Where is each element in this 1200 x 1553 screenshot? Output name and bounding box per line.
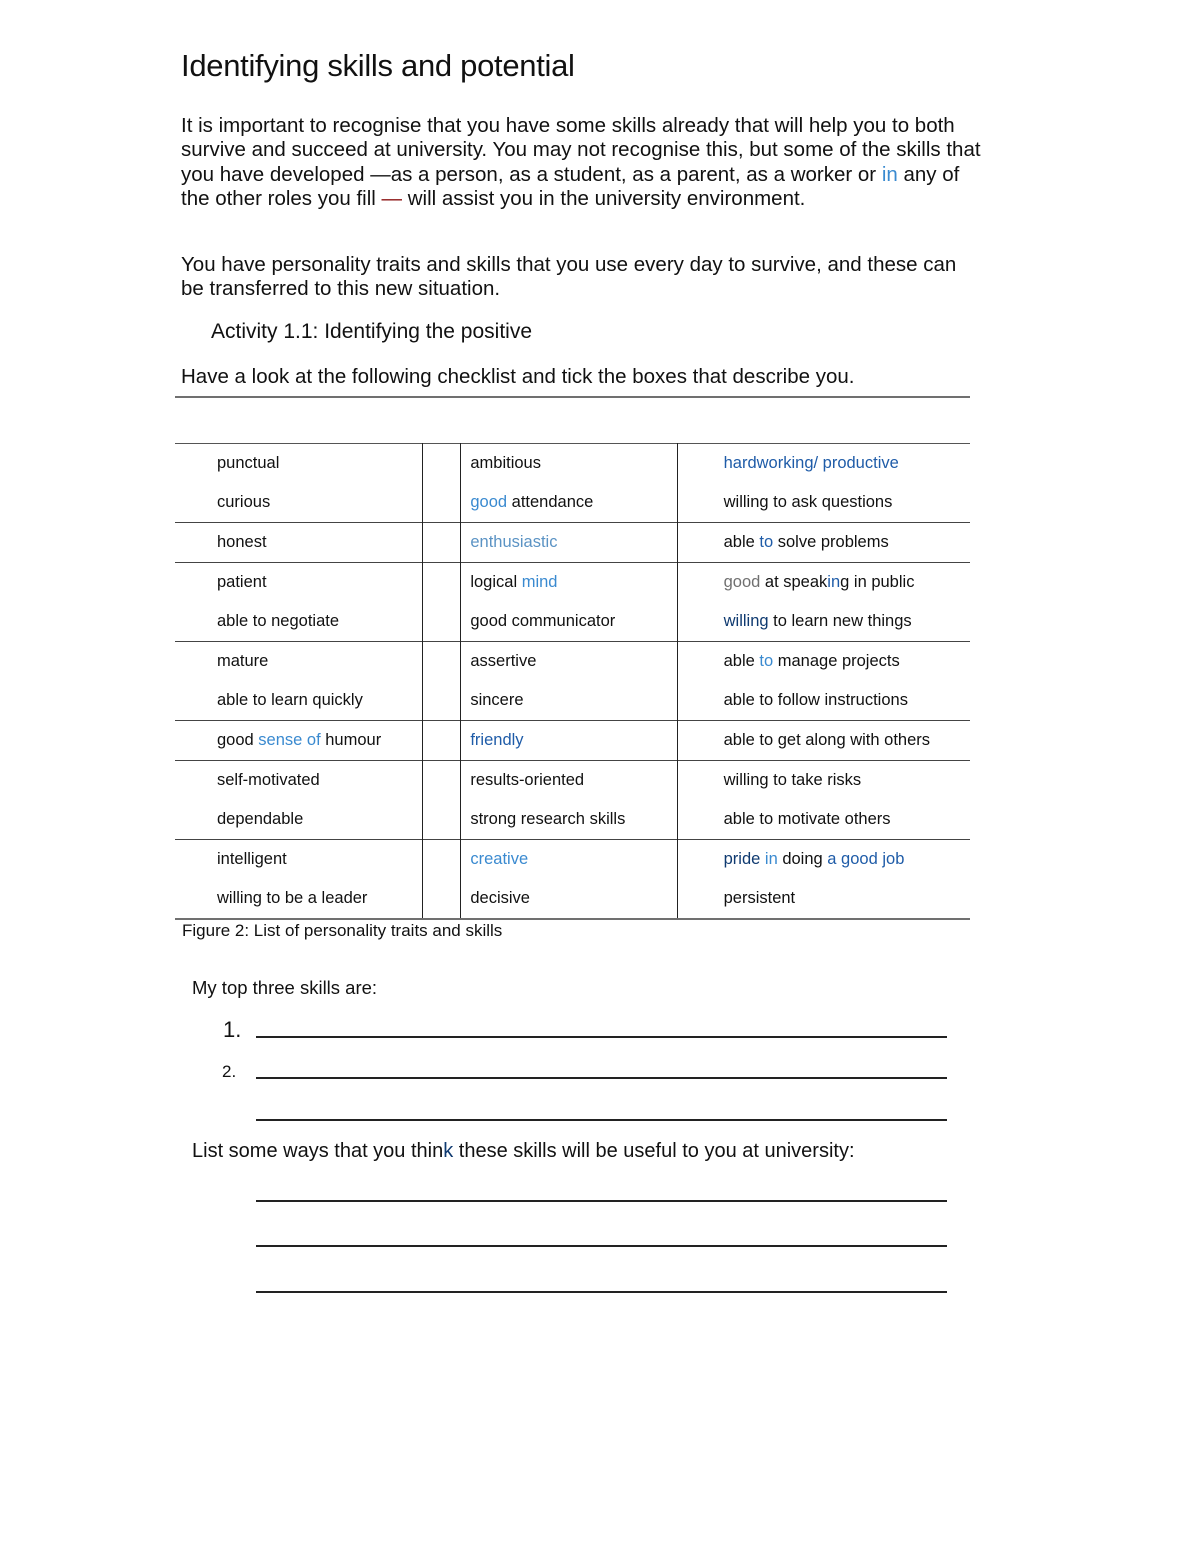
skill-item: able to learn quickly bbox=[217, 691, 363, 709]
skill-item: able to manage projects bbox=[723, 652, 900, 670]
skills-column-2: creative decisive bbox=[460, 839, 678, 919]
skills-column-2: ambitious good attendance bbox=[460, 443, 678, 523]
item-number-1: 1. bbox=[223, 1017, 242, 1042]
skill-item: assertive bbox=[470, 652, 537, 670]
skill-item: self-motivated bbox=[217, 771, 320, 789]
skill-item: dependable bbox=[217, 810, 304, 828]
skills-column-1: honest bbox=[175, 523, 423, 563]
skills-column-1: self-motivated dependable bbox=[175, 761, 423, 840]
skill-item: persistent bbox=[723, 889, 796, 907]
skill-item: results-oriented bbox=[470, 771, 585, 789]
skills-column-2: assertive sincere bbox=[460, 641, 678, 721]
skill-item: punctual bbox=[217, 454, 280, 472]
ways-answer-line-3[interactable] bbox=[256, 1291, 947, 1293]
skill-item: able to motivate others bbox=[723, 810, 891, 828]
skill-item: strong research skills bbox=[470, 810, 626, 828]
tick-box-column[interactable] bbox=[422, 641, 461, 721]
skill-item: enthusiastic bbox=[470, 533, 558, 551]
second-paragraph: You have personality traits and skills t… bbox=[181, 253, 957, 301]
table-row: patient able to negotiate logical mind good… bbox=[175, 562, 970, 642]
skill-item: hardworking/ productive bbox=[723, 454, 899, 472]
skills-column-3: willing to take risks able to motivate ot… bbox=[676, 760, 970, 840]
top-three-label: My top three skills are: bbox=[192, 977, 378, 998]
skill-item: ambitious bbox=[470, 454, 541, 472]
page-title: Identifying skills and potential bbox=[181, 48, 575, 83]
ways-answer-line-1[interactable] bbox=[256, 1200, 947, 1202]
tick-box-column[interactable] bbox=[422, 760, 461, 840]
skills-column-3: able to manage projects able to follow in… bbox=[676, 641, 970, 721]
table-row: honest enthusiastic able to solve problems bbox=[175, 522, 970, 563]
tick-box-column[interactable] bbox=[422, 562, 461, 642]
table-row: punctual curious ambitious good attendance h… bbox=[175, 443, 970, 523]
table-row: intelligent willing to be a leader creativ… bbox=[175, 839, 970, 920]
tick-box-column[interactable] bbox=[422, 720, 461, 761]
tick-box-column[interactable] bbox=[422, 443, 461, 523]
tick-box-column[interactable] bbox=[422, 839, 461, 919]
skill-item: able to negotiate bbox=[217, 612, 340, 630]
skills-column-1: intelligent willing to be a leader bbox=[175, 840, 423, 920]
skill-item: good sense of humour bbox=[217, 731, 382, 749]
skills-column-2: results-oriented strong research skills bbox=[460, 760, 678, 840]
section-divider bbox=[175, 396, 970, 398]
skills-column-1: patient able to negotiate bbox=[175, 563, 423, 642]
skills-column-1: good sense of humour bbox=[175, 721, 423, 761]
skill-item: creative bbox=[470, 850, 529, 868]
intro-paragraph: It is important to recognise that you ha… bbox=[181, 114, 981, 212]
table-row: mature able to learn quickly assertive sinc… bbox=[175, 641, 970, 721]
skills-column-3: pride in doing a good job persistent bbox=[676, 839, 970, 919]
skill-item: able to solve problems bbox=[723, 533, 889, 551]
table-row: good sense of humour friendly able to get … bbox=[175, 720, 970, 761]
skill-item: willing to ask questions bbox=[723, 493, 893, 511]
skill-item: decisive bbox=[470, 889, 530, 907]
skill-item: willing to be a leader bbox=[217, 889, 368, 907]
intro-text-1: It is important to recognise that you ha… bbox=[181, 114, 981, 186]
skill-item: able to get along with others bbox=[723, 731, 930, 749]
skills-column-1: mature able to learn quickly bbox=[175, 642, 423, 721]
skill-item: intelligent bbox=[217, 850, 287, 868]
list-ways-label: List some ways that you think these skil… bbox=[192, 1140, 855, 1162]
intro-highlight: in bbox=[881, 162, 898, 186]
skill-item: able to follow instructions bbox=[723, 691, 908, 709]
skills-checklist-table: punctual curious ambitious good attendance h… bbox=[175, 443, 970, 920]
skill-item: good attendance bbox=[470, 493, 594, 511]
skill-item: logical mind bbox=[470, 573, 558, 591]
skills-column-3: able to solve problems bbox=[676, 522, 970, 563]
instruction-text: Have a look at the following checklist a… bbox=[181, 365, 855, 388]
skill-item: honest bbox=[217, 533, 267, 551]
tick-box-column[interactable] bbox=[422, 522, 461, 563]
skill-item: mature bbox=[217, 652, 269, 670]
skill-item: willing to take risks bbox=[723, 771, 862, 789]
skill-item: curious bbox=[217, 493, 271, 511]
skill-item: pride in doing a good job bbox=[723, 850, 905, 868]
skill-item: patient bbox=[217, 573, 267, 591]
skill-item: willing to learn new things bbox=[723, 612, 912, 630]
skills-column-2: enthusiastic bbox=[460, 522, 678, 563]
skills-column-2: logical mind good communicator bbox=[460, 562, 678, 642]
intro-text-3: will assist you in the university enviro… bbox=[402, 187, 806, 211]
figure-caption: Figure 2: List of personality traits and… bbox=[182, 921, 503, 940]
intro-dash: — bbox=[381, 187, 403, 211]
skill-answer-line-2[interactable] bbox=[256, 1077, 947, 1079]
skill-answer-line-3[interactable] bbox=[256, 1119, 947, 1121]
skill-item: friendly bbox=[470, 731, 524, 749]
ways-answer-line-2[interactable] bbox=[256, 1245, 947, 1247]
skill-answer-line-1[interactable] bbox=[256, 1036, 947, 1038]
activity-heading: Activity 1.1: Identifying the positive bbox=[211, 320, 532, 343]
table-row: self-motivated dependable results-oriented… bbox=[175, 760, 970, 840]
skill-item: sincere bbox=[470, 691, 524, 709]
skills-column-3: good at speaking in public willing to lea… bbox=[676, 562, 970, 642]
skill-item: good communicator bbox=[470, 612, 616, 630]
skills-column-2: friendly bbox=[460, 720, 678, 761]
skills-column-3: able to get along with others bbox=[676, 720, 970, 761]
skill-item: good at speaking in public bbox=[723, 573, 915, 591]
skills-column-3: hardworking/ productive willing to ask qu… bbox=[676, 443, 970, 523]
item-number-2: 2. bbox=[222, 1062, 237, 1081]
skills-column-1: punctual curious bbox=[175, 444, 423, 523]
